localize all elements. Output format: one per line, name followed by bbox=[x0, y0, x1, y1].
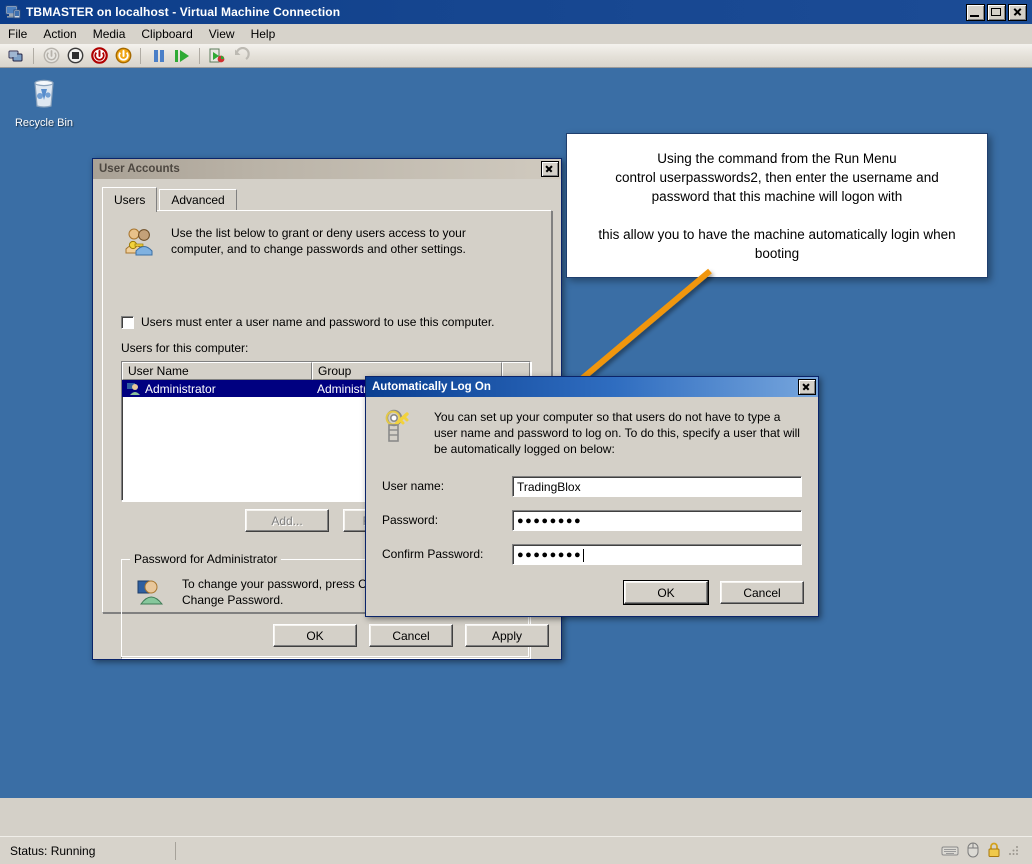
password-value: ●●●●●●●● bbox=[517, 515, 583, 527]
password-user-icon bbox=[136, 576, 168, 613]
desktop-icon-recycle-bin[interactable]: Recycle Bin bbox=[10, 76, 78, 129]
close-button[interactable] bbox=[1008, 3, 1027, 21]
mouse-icon bbox=[966, 842, 980, 861]
menu-file[interactable]: File bbox=[0, 25, 35, 43]
menu-media[interactable]: Media bbox=[85, 25, 134, 43]
annotation-line-3: password that this machine will logon wi… bbox=[651, 188, 903, 204]
window-title-bar: TBMASTER on localhost - Virtual Machine … bbox=[0, 0, 1032, 24]
text-caret bbox=[583, 548, 585, 562]
annotation-line-5: booting bbox=[754, 245, 800, 261]
status-icons bbox=[941, 842, 1020, 861]
users-group-icon bbox=[123, 225, 157, 264]
user-name-row: User name: TradingBlox bbox=[382, 475, 802, 497]
menu-bar: File Action Media Clipboard View Help bbox=[0, 24, 1032, 45]
password-row: Password: ●●●●●●●● bbox=[382, 509, 802, 531]
auto-logon-title-bar: Automatically Log On bbox=[366, 377, 818, 397]
auto-logon-ok-button[interactable]: OK bbox=[624, 581, 708, 604]
confirm-password-value: ●●●●●●●● bbox=[517, 549, 583, 561]
pause-icon[interactable] bbox=[147, 46, 169, 66]
users-intro: Use the list below to grant or deny user… bbox=[123, 225, 537, 264]
tab-advanced[interactable]: Advanced bbox=[159, 189, 237, 211]
user-name-value: TradingBlox bbox=[517, 480, 581, 494]
ctrl-alt-del-icon[interactable] bbox=[5, 46, 27, 66]
save-state-icon[interactable] bbox=[112, 46, 134, 66]
toolbar-separator bbox=[199, 47, 200, 64]
window-title: TBMASTER on localhost - Virtual Machine … bbox=[26, 5, 341, 19]
start-icon[interactable] bbox=[40, 46, 62, 66]
auto-logon-intro: You can set up your computer so that use… bbox=[382, 409, 804, 457]
auto-logon-cancel-button[interactable]: Cancel bbox=[720, 581, 804, 604]
auto-logon-close-button[interactable] bbox=[798, 379, 816, 395]
confirm-password-label: Confirm Password: bbox=[382, 547, 484, 561]
user-accounts-footer: OK Cancel Apply bbox=[273, 624, 549, 647]
auto-logon-intro-text: You can set up your computer so that use… bbox=[434, 410, 800, 456]
status-separator bbox=[175, 842, 176, 860]
auto-logon-footer: OK Cancel bbox=[624, 581, 804, 604]
cancel-button[interactable]: Cancel bbox=[369, 624, 453, 647]
tab-advanced-label: Advanced bbox=[171, 193, 225, 207]
vm-connection-window: TBMASTER on localhost - Virtual Machine … bbox=[0, 0, 1032, 864]
vm-status-text: Status: Running bbox=[10, 844, 96, 858]
recycle-bin-icon bbox=[34, 79, 54, 108]
user-name-label: User name: bbox=[382, 479, 445, 493]
user-name-input[interactable]: TradingBlox bbox=[512, 475, 802, 497]
confirm-password-row: Confirm Password: ●●●●●●●● bbox=[382, 543, 802, 565]
user-icon bbox=[127, 382, 140, 395]
user-accounts-title: User Accounts bbox=[99, 163, 180, 175]
toolbar-separator bbox=[140, 47, 141, 64]
menu-action[interactable]: Action bbox=[35, 25, 84, 43]
ok-button[interactable]: OK bbox=[273, 624, 357, 647]
key-icon bbox=[382, 409, 418, 457]
resize-grip[interactable] bbox=[1008, 844, 1020, 859]
snapshot-icon[interactable] bbox=[206, 46, 228, 66]
resume-icon[interactable] bbox=[171, 46, 193, 66]
user-accounts-title-bar: User Accounts bbox=[93, 159, 561, 179]
annotation-line-1: Using the command from the Run Menu bbox=[657, 150, 897, 166]
keyboard-icon bbox=[941, 843, 959, 860]
tab-users[interactable]: Users bbox=[102, 187, 158, 212]
password-group-title: Password for Administrator bbox=[130, 552, 282, 566]
require-password-checkbox-row[interactable]: Users must enter a user name and passwor… bbox=[121, 315, 495, 329]
annotation-line-4: this allow you to have the machine autom… bbox=[598, 226, 956, 242]
users-list-label: Users for this computer: bbox=[121, 341, 249, 355]
menu-clipboard[interactable]: Clipboard bbox=[133, 25, 200, 43]
annotation-text: Using the command from the Run Menu cont… bbox=[586, 149, 967, 263]
column-user-name[interactable]: User Name bbox=[122, 362, 312, 380]
lock-icon bbox=[987, 842, 1001, 861]
user-accounts-close-button[interactable] bbox=[541, 161, 559, 177]
vm-desktop: Recycle Bin User Accounts Users Advanced bbox=[0, 68, 1032, 798]
window-controls bbox=[966, 3, 1030, 21]
confirm-password-input[interactable]: ●●●●●●●● bbox=[512, 543, 802, 565]
row-user-name: Administrator bbox=[145, 381, 216, 396]
add-button[interactable]: Add... bbox=[245, 509, 329, 532]
maximize-button[interactable] bbox=[987, 3, 1006, 21]
automatically-log-on-dialog: Automatically Log On You can set up your… bbox=[365, 376, 819, 617]
shut-down-icon[interactable] bbox=[88, 46, 110, 66]
apply-button[interactable]: Apply bbox=[465, 624, 549, 647]
menu-help[interactable]: Help bbox=[243, 25, 284, 43]
require-password-label: Users must enter a user name and passwor… bbox=[141, 315, 495, 329]
auto-logon-title: Automatically Log On bbox=[372, 381, 491, 393]
vm-status-bar: Status: Running bbox=[0, 836, 1032, 864]
toolbar bbox=[0, 44, 1032, 68]
annotation-line-2: control userpasswords2, then enter the u… bbox=[615, 169, 939, 185]
annotation-callout: Using the command from the Run Menu cont… bbox=[566, 133, 988, 278]
revert-icon[interactable] bbox=[230, 46, 252, 66]
users-intro-text: Use the list below to grant or deny user… bbox=[171, 226, 466, 256]
menu-view[interactable]: View bbox=[201, 25, 243, 43]
minimize-button[interactable] bbox=[966, 3, 985, 21]
turn-off-icon[interactable] bbox=[64, 46, 86, 66]
user-accounts-tabs: Users Advanced bbox=[102, 187, 237, 212]
computer-icon bbox=[5, 4, 21, 20]
require-password-checkbox[interactable] bbox=[121, 315, 134, 329]
password-label: Password: bbox=[382, 513, 439, 527]
desktop-icon-label: Recycle Bin bbox=[14, 117, 74, 129]
toolbar-separator bbox=[33, 47, 34, 64]
password-input[interactable]: ●●●●●●●● bbox=[512, 509, 802, 531]
tab-users-label: Users bbox=[114, 193, 146, 207]
